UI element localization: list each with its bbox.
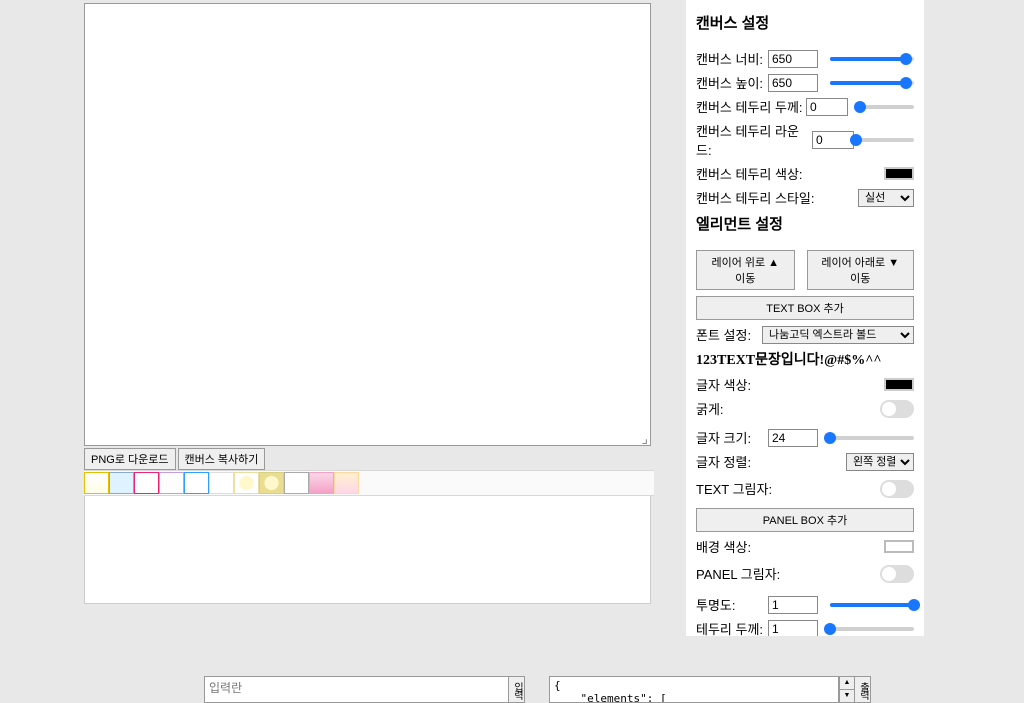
layer-down-button[interactable]: 레이어 아래로 ▼ 이동 xyxy=(807,250,914,290)
canvas-height-slider[interactable] xyxy=(830,75,914,91)
canvas-border-round-slider[interactable] xyxy=(856,132,914,148)
font-sample-text: 123TEXT문장입니다!@#$%^^ xyxy=(696,349,914,369)
align-label: 글자 정렬: xyxy=(696,452,751,471)
template-thumb[interactable] xyxy=(184,472,209,494)
canvas-border-color-swatch[interactable] xyxy=(884,167,914,180)
layer-up-button[interactable]: 레이어 위로 ▲ 이동 xyxy=(696,250,795,290)
input-textarea[interactable] xyxy=(204,676,509,703)
template-thumb[interactable] xyxy=(309,472,334,494)
template-thumb[interactable] xyxy=(259,472,284,494)
canvas-width-label: 캔버스 너비: xyxy=(696,49,768,68)
template-thumbnails xyxy=(84,470,654,496)
text-color-swatch[interactable] xyxy=(884,378,914,391)
canvas-border-width-slider[interactable] xyxy=(860,99,914,115)
canvas-border-style-label: 캔버스 테두리 스타일: xyxy=(696,188,814,207)
canvas-height-input[interactable] xyxy=(768,74,818,92)
add-panelbox-button[interactable]: PANEL BOX 추가 xyxy=(696,508,914,532)
output-textarea[interactable] xyxy=(549,676,839,703)
text-shadow-label: TEXT 그림자: xyxy=(696,479,772,498)
template-thumb[interactable] xyxy=(334,472,359,494)
bold-toggle[interactable] xyxy=(880,400,914,418)
font-size-label: 글자 크기: xyxy=(696,428,768,447)
input-submit-button[interactable]: 입력 xyxy=(509,676,525,703)
font-size-input[interactable] xyxy=(768,429,818,447)
template-thumb[interactable] xyxy=(159,472,184,494)
panel-border-width-input[interactable] xyxy=(768,620,818,637)
spinner-down-icon[interactable]: ▼ xyxy=(839,690,855,702)
opacity-slider[interactable] xyxy=(830,597,914,613)
copy-canvas-button[interactable]: 캔버스 복사하기 xyxy=(178,448,266,470)
element-settings-heading: 엘리먼트 설정 xyxy=(696,213,914,234)
template-thumb[interactable] xyxy=(284,472,309,494)
panel-border-width-slider[interactable] xyxy=(830,621,914,637)
template-thumb[interactable] xyxy=(209,472,234,494)
canvas-border-width-input[interactable] xyxy=(806,98,848,116)
png-download-button[interactable]: PNG로 다운로드 xyxy=(84,448,176,470)
font-size-slider[interactable] xyxy=(830,430,914,446)
canvas-height-label: 캔버스 높이: xyxy=(696,73,768,92)
canvas-border-color-label: 캔버스 테두리 색상: xyxy=(696,164,803,183)
template-thumb[interactable] xyxy=(134,472,159,494)
panel-shadow-toggle[interactable] xyxy=(880,565,914,583)
bold-label: 굵게: xyxy=(696,399,724,418)
canvas-width-input[interactable] xyxy=(768,50,818,68)
canvas-border-style-select[interactable]: 실선 xyxy=(858,189,914,207)
opacity-label: 투명도: xyxy=(696,595,768,614)
output-submit-button[interactable]: 출력 xyxy=(855,676,871,703)
canvas-border-round-label: 캔버스 테두리 라운드: xyxy=(696,121,812,159)
bg-color-swatch[interactable] xyxy=(884,540,914,553)
bg-color-label: 배경 색상: xyxy=(696,537,751,556)
text-color-label: 글자 색상: xyxy=(696,375,751,394)
canvas-settings-heading: 캔버스 설정 xyxy=(696,12,914,33)
resize-handle[interactable]: ⌟ xyxy=(638,433,648,443)
canvas-border-width-label: 캔버스 테두리 두께: xyxy=(696,97,806,116)
template-thumb[interactable] xyxy=(84,472,109,494)
blank-panel xyxy=(84,496,651,604)
font-select[interactable]: 나눔고딕 엑스트라 볼드 xyxy=(762,326,914,344)
template-thumb[interactable] xyxy=(234,472,259,494)
text-shadow-toggle[interactable] xyxy=(880,480,914,498)
font-label: 폰트 설정: xyxy=(696,325,758,344)
canvas-width-slider[interactable] xyxy=(830,51,914,67)
textarea-spinner[interactable]: ▲▼ xyxy=(839,676,855,703)
panel-border-width-label: 테두리 두께: xyxy=(696,619,768,636)
align-select[interactable]: 왼쪽 정렬 xyxy=(846,453,914,471)
panel-shadow-label: PANEL 그림자: xyxy=(696,564,780,583)
spinner-up-icon[interactable]: ▲ xyxy=(839,677,855,690)
opacity-input[interactable] xyxy=(768,596,818,614)
settings-panel: 캔버스 설정 캔버스 너비: 캔버스 높이: 캔버스 테두리 두께: 캔버스 테… xyxy=(686,0,924,636)
template-thumb[interactable] xyxy=(109,472,134,494)
canvas-area[interactable]: ⌟ xyxy=(84,3,651,446)
canvas-border-round-input[interactable] xyxy=(812,131,854,149)
add-textbox-button[interactable]: TEXT BOX 추가 xyxy=(696,296,914,320)
